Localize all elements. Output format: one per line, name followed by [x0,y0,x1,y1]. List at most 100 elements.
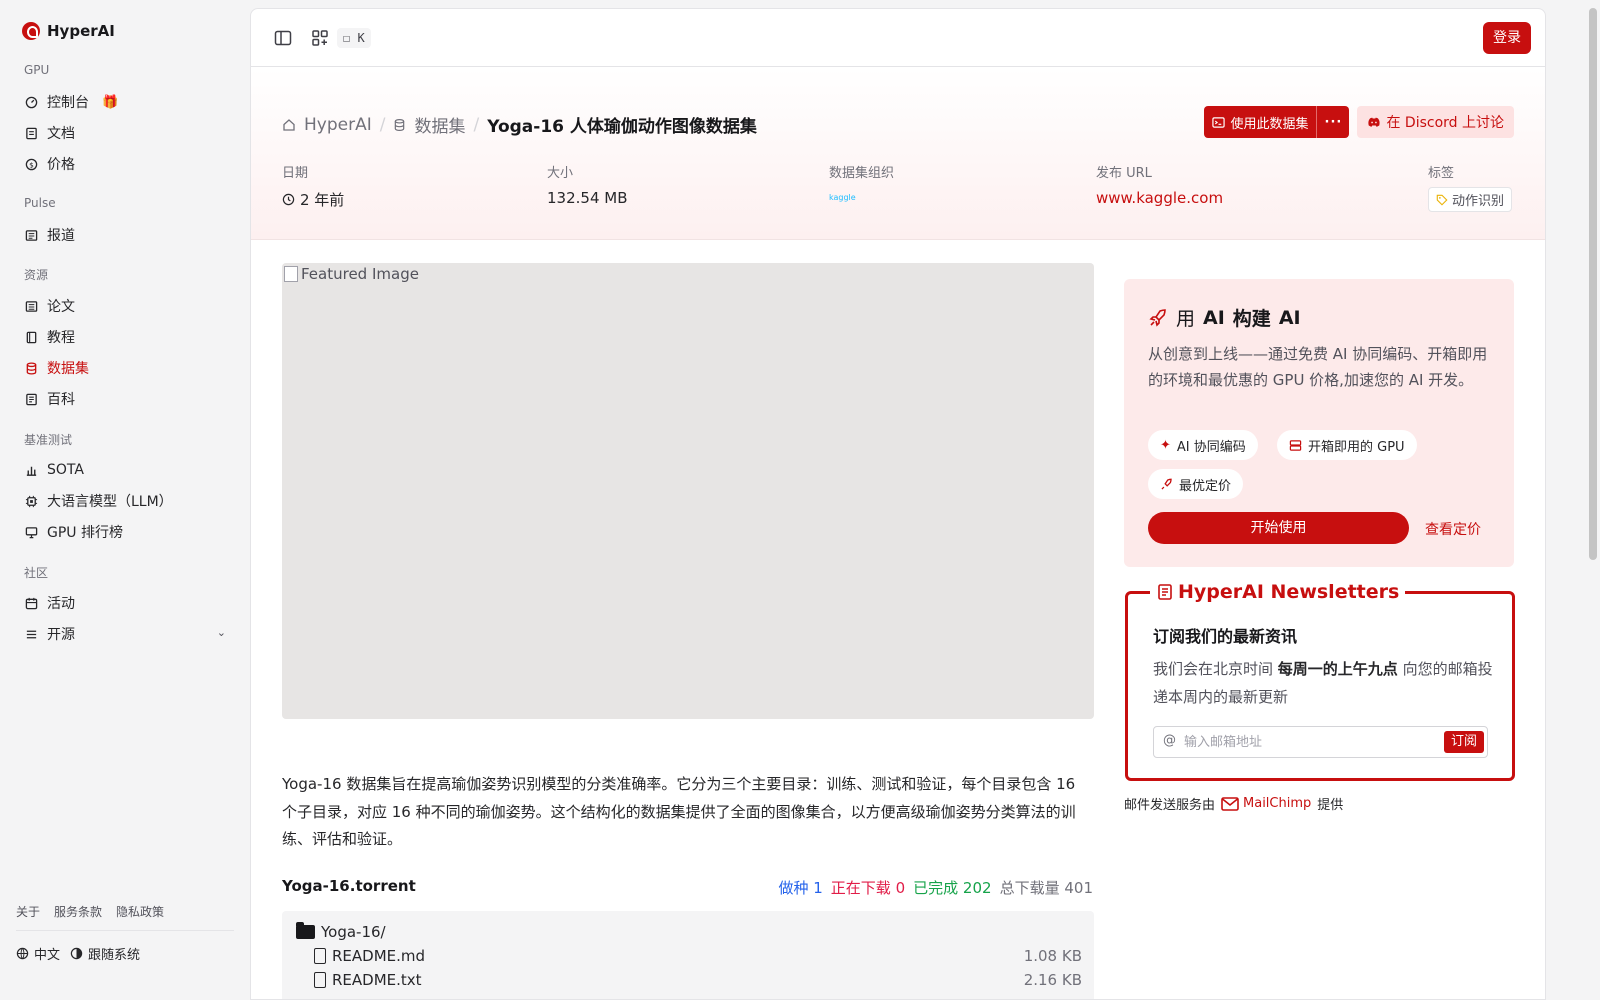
meta-label: 标签 [1428,166,1455,181]
app-logo[interactable]: HyperAI [22,22,115,40]
sidebar-item-label: 活动 [47,596,75,612]
dataset-description: Yoga-16 数据集旨在提高瑜伽姿势识别模型的分类准确率。它分为三个主要目录：… [282,775,1076,848]
main-panel: ☐ K 登录 HyperAI / 数据集 / Yoga-16 人体瑜伽动作图像数… [250,8,1546,1000]
broken-image-icon [284,266,298,282]
sidebar-item-pricing[interactable]: $ 价格 [16,150,234,178]
sidebar-item-docs[interactable]: 文档 [16,119,234,147]
sidebar-item-tutorials[interactable]: 教程 [16,323,234,351]
discord-icon [1368,117,1381,127]
use-dataset-button[interactable]: 使用此数据集 [1204,106,1318,138]
mail-provider-note: 邮件发送服务由 MailChimp 提供 [1124,796,1344,813]
sidebar-item-news[interactable]: 报道 [16,221,234,249]
list-icon [25,628,38,641]
database-icon [25,361,38,375]
sidebar-item-label: 价格 [47,157,75,173]
chip-pricing: 最优定价 [1148,469,1244,499]
chart-icon [25,464,38,477]
hyperai-logo-icon [22,22,40,40]
sidebar-item-label: 控制台 [47,95,89,111]
terms-link[interactable]: 服务条款 [54,903,102,920]
folder-icon [296,922,315,939]
meta-value: 2 年前 [282,189,344,210]
apps-grid-icon[interactable] [310,28,330,48]
newsletter-subtitle: 订阅我们的最新资讯 [1153,627,1298,646]
divider [16,930,234,931]
doc-icon [25,127,38,140]
chip-gpu: 开箱即用的 GPU [1277,430,1417,460]
scrollbar-thumb[interactable] [1589,8,1597,560]
breadcrumb-datasets[interactable]: 数据集 [414,112,465,137]
sidebar-item-label: GPU 排行榜 [47,525,123,541]
promo-description: 从创意到上线——通过免费 AI 协同编码、开箱即用的环境和最优惠的 GPU 价格… [1148,345,1488,389]
sidebar-toggle-icon[interactable] [273,28,293,48]
clock-icon [282,193,295,206]
page-scrollbar[interactable] [1586,0,1600,1000]
tag-icon [1436,194,1448,206]
breadcrumb-separator: / [473,114,480,135]
sidebar-item-console[interactable]: 控制台 🎁 [16,88,234,116]
meta-label: 大小 [547,166,574,181]
mailchimp-link[interactable]: MailChimp [1221,796,1311,811]
breadcrumb-home[interactable]: HyperAI [304,115,372,135]
sidebar-item-opensource[interactable]: 开源 ⌄ [16,620,234,648]
subscribe-button[interactable]: 订阅 [1443,731,1484,753]
sidebar-item-label: 文档 [47,126,75,142]
meta-date: 日期 2 年前 [282,162,344,210]
sidebar-item-llm[interactable]: 大语言模型（LLM） [16,487,234,515]
tag-badge[interactable]: 动作识别 [1428,187,1513,212]
kaggle-logo[interactable]: kaggle [829,193,894,202]
theme-icon [70,947,83,960]
language-switch[interactable]: 中文 [16,944,60,963]
file-row[interactable]: README.txt [314,971,422,989]
news-icon [25,229,38,242]
footer-settings: 中文 跟随系统 [16,944,140,963]
file-name: README.txt [332,971,422,989]
sidebar-item-papers[interactable]: 论文 [16,292,234,320]
file-icon [314,948,326,964]
sidebar-item-label: 大语言模型（LLM） [47,494,173,510]
source-url-link[interactable]: www.kaggle.com [1096,189,1223,207]
start-button[interactable]: 开始使用 [1148,512,1409,544]
privacy-link[interactable]: 隐私政策 [116,903,164,920]
rocket-icon [1149,308,1166,327]
discord-button[interactable]: 在 Discord 上讨论 [1357,106,1514,138]
sidebar-item-label: 开源 [47,627,75,643]
newsletter-description: 我们会在北京时间 每周一的上午九点 向您的邮箱投递本周内的最新更新 [1153,660,1493,706]
file-tree: Yoga-16/ README.md 1.08 KB README.txt 2.… [282,911,1094,999]
server-icon [1289,439,1302,451]
section-gpu: GPU [24,63,50,77]
login-button[interactable]: 登录 [1483,22,1531,54]
mail-icon [1221,796,1239,811]
sidebar-item-wiki[interactable]: 百科 [16,385,234,413]
email-field-wrapper: @ 订阅 [1153,726,1488,758]
email-field[interactable] [1184,729,1434,755]
torrent-name[interactable]: Yoga-16.torrent [282,877,416,895]
terminal-icon [1212,116,1226,128]
globe-icon [16,947,29,960]
paper-icon [25,300,38,313]
svg-text:$: $ [29,160,34,169]
file-row[interactable]: README.md [314,947,425,965]
sidebar-item-gpu-leaderboard[interactable]: GPU 排行榜 [16,518,234,546]
view-pricing-link[interactable]: 查看定价 [1425,519,1481,539]
chevron-down-icon[interactable]: ⌄ [217,626,226,639]
sidebar-item-events[interactable]: 活动 [16,589,234,617]
monitor-icon [25,526,38,539]
sidebar-item-datasets[interactable]: 数据集 [16,354,234,382]
more-options-button[interactable]: ··· [1317,106,1349,138]
meta-size: 大小 132.54 MB [547,162,628,207]
about-link[interactable]: 关于 [16,903,40,920]
sidebar-item-label: 论文 [47,299,75,315]
featured-image: Featured Image [282,263,1094,719]
theme-switch[interactable]: 跟随系统 [70,944,140,963]
sidebar-item-sota[interactable]: SOTA [16,456,234,484]
file-icon [314,972,326,988]
database-icon [395,118,405,131]
use-dataset-button-group: 使用此数据集 ··· [1204,106,1350,138]
date-value: 2 年前 [300,191,345,209]
sidebar-item-label: SOTA [47,462,84,478]
sidebar: HyperAI GPU 控制台 🎁 文档 $ 价格 Pulse 报道 资源 论文… [0,0,250,1000]
folder-row[interactable]: Yoga-16/ [296,922,386,941]
search-shortcut[interactable]: ☐ K [337,28,371,48]
sidebar-item-label: 教程 [47,330,75,346]
